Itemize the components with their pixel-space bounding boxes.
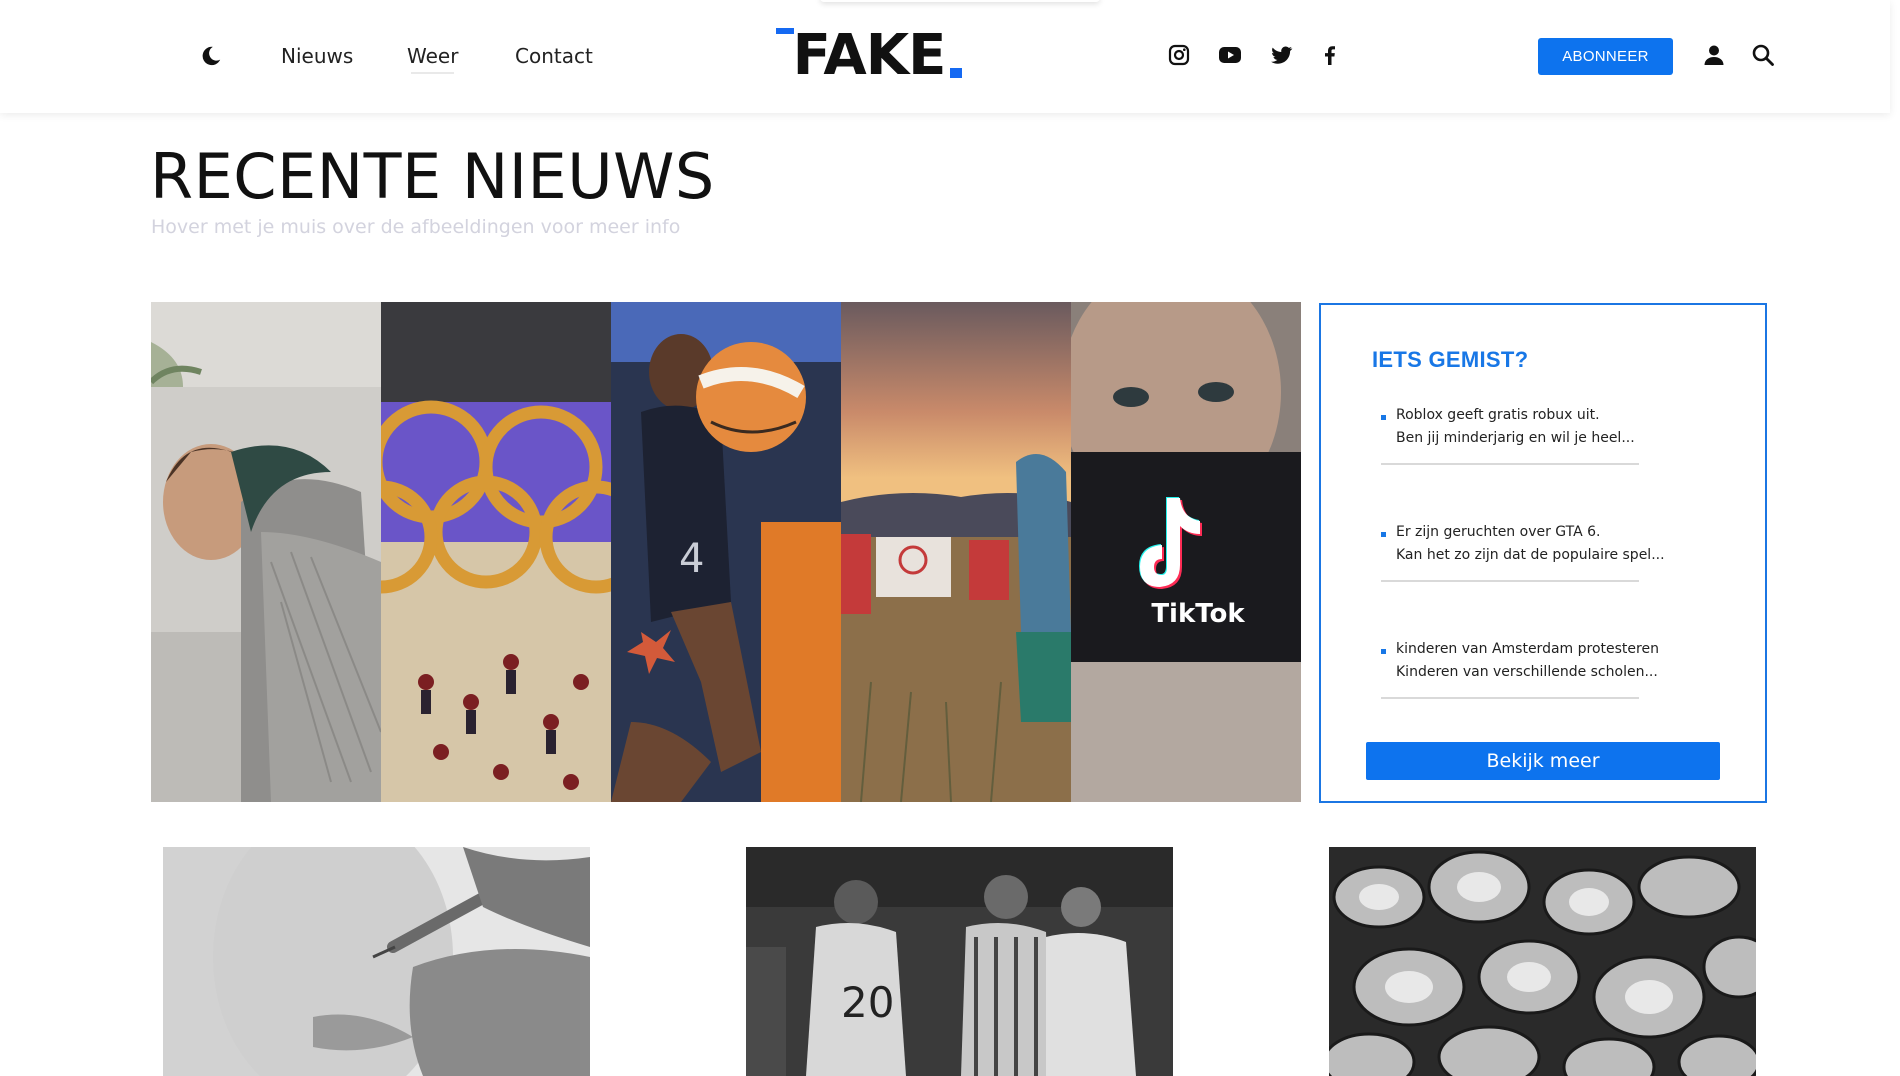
missed-item-excerpt: Kinderen van verschillende scholen... — [1396, 664, 1658, 680]
nav-item-contact[interactable]: Contact — [515, 44, 593, 68]
missed-item-headline: Roblox geeft gratis robux uit. — [1396, 407, 1600, 423]
gallery-item-olympic-ceremony[interactable] — [381, 302, 611, 802]
bullet-icon — [1381, 415, 1386, 420]
header-shadow-tab — [820, 0, 1100, 2]
tiktok-phone-photo: TikTok — [1071, 302, 1301, 802]
fake-logo[interactable]: FAKE — [774, 24, 964, 80]
facebook-icon[interactable] — [1318, 43, 1342, 67]
dark-mode-moon-icon[interactable] — [200, 45, 222, 67]
missed-item-headline: kinderen van Amsterdam protesteren — [1396, 641, 1659, 657]
sleeping-woman-photo — [151, 302, 381, 802]
user-account-icon[interactable] — [1702, 43, 1726, 67]
missed-news-item[interactable]: Er zijn geruchten over GTA 6. Kan het zo… — [1381, 522, 1665, 582]
youtube-icon[interactable] — [1218, 43, 1242, 67]
tiktok-logo-text: TikTok — [1151, 599, 1245, 629]
twitter-icon[interactable] — [1270, 43, 1294, 67]
news-card-cans[interactable] — [1329, 847, 1756, 1076]
missed-item-excerpt: Ben jij minderjarig en wil je heel... — [1396, 430, 1635, 446]
gallery-item-sleeping-woman[interactable] — [151, 302, 381, 802]
page-title: RECENTE NIEUWS — [150, 140, 715, 213]
page-subtitle: Hover met je muis over de afbeeldingen v… — [151, 216, 681, 238]
missed-item-headline: Er zijn geruchten over GTA 6. — [1396, 524, 1601, 540]
basketball-team-photo: 20 — [746, 847, 1173, 1076]
svg-text:4: 4 — [679, 536, 704, 582]
svg-text:20: 20 — [841, 978, 894, 1027]
search-icon[interactable] — [1751, 43, 1775, 67]
logo-text: FAKE — [793, 24, 946, 80]
missed-news-title: IETS GEMIST? — [1372, 347, 1529, 372]
basketball-player-photo: 4 — [611, 302, 841, 802]
missed-item-excerpt: Kan het zo zijn dat de populaire spel... — [1396, 547, 1665, 563]
gallery-item-desert[interactable] — [841, 302, 1071, 802]
instagram-icon[interactable] — [1167, 43, 1191, 67]
missed-news-box: IETS GEMIST? Roblox geeft gratis robux u… — [1319, 303, 1767, 803]
bullet-icon — [1381, 532, 1386, 537]
nav-item-nieuws[interactable]: Nieuws — [281, 44, 353, 68]
olympic-rings-ceremony-photo — [381, 302, 611, 802]
missed-news-item[interactable]: kinderen van Amsterdam protesteren Kinde… — [1381, 639, 1659, 699]
subscribe-button[interactable]: ABONNEER — [1538, 38, 1673, 75]
news-card-injection[interactable] — [163, 847, 590, 1076]
cans-photo — [1329, 847, 1756, 1076]
news-card-basketball-team[interactable]: 20 — [746, 847, 1173, 1076]
gallery-item-tiktok[interactable]: TikTok — [1071, 302, 1301, 802]
nav-item-weer[interactable]: Weer — [407, 44, 458, 74]
top-navigation-bar: Nieuws Weer Contact FAKE ABONNEER — [0, 0, 1890, 113]
missed-news-item[interactable]: Roblox geeft gratis robux uit. Ben jij m… — [1381, 405, 1639, 465]
view-more-button[interactable]: Bekijk meer — [1366, 742, 1720, 780]
injection-photo — [163, 847, 590, 1076]
gallery-item-basketball[interactable]: 4 — [611, 302, 841, 802]
recent-news-gallery: 4 TikTok — [151, 302, 1301, 802]
desert-sunset-photo — [841, 302, 1071, 802]
bullet-icon — [1381, 649, 1386, 654]
